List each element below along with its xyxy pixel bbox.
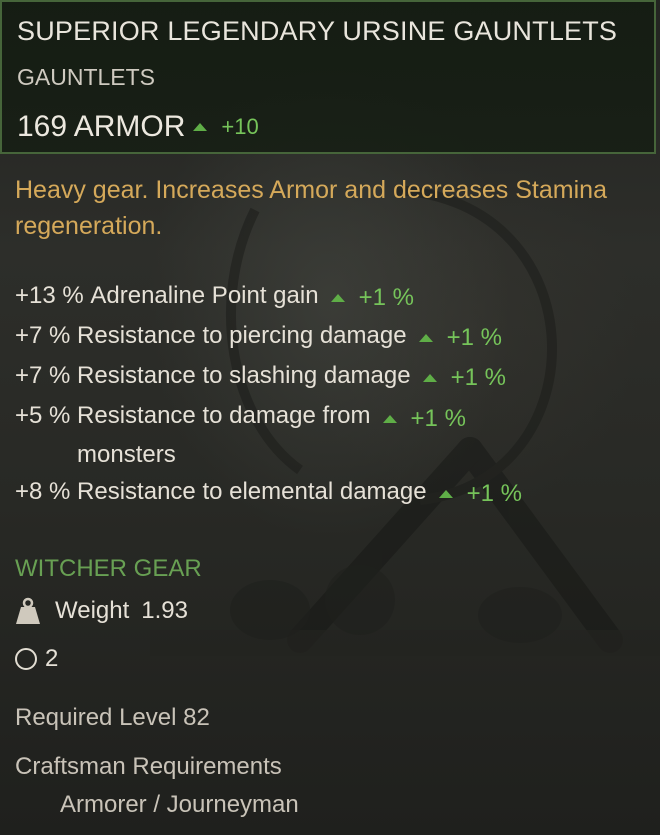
arrow-up-icon xyxy=(382,415,397,423)
stat-bonus-value: +1 % xyxy=(358,284,414,311)
craftsman-requirements-value: Armorer / Journeyman xyxy=(60,791,299,818)
stat-row: +13 % Adrenaline Point gain +1 % xyxy=(15,278,655,318)
stat-text-continued: monsters xyxy=(77,441,176,468)
weight-value: 1.93 xyxy=(141,597,188,624)
stat-value: +5 % xyxy=(15,402,71,429)
item-header: SUPERIOR LEGENDARY URSINE GAUNTLETS GAUN… xyxy=(0,0,656,154)
weight-icon xyxy=(16,597,40,624)
stat-bonus-value: +1 % xyxy=(466,480,522,507)
armor-bonus: +10 xyxy=(221,114,259,139)
stat-value: +13 % xyxy=(15,282,84,309)
item-name: SUPERIOR LEGENDARY URSINE GAUNTLETS xyxy=(17,16,618,46)
weight-label: Weight xyxy=(55,597,130,624)
stat-bonus: +1 % xyxy=(371,401,466,437)
item-description: Heavy gear. Increases Armor and decrease… xyxy=(15,176,607,240)
stat-text: Resistance to elemental damage xyxy=(77,478,427,505)
arrow-up-icon xyxy=(193,123,208,131)
required-level: Required Level 82 xyxy=(15,704,210,731)
arrow-up-icon xyxy=(422,374,437,382)
stat-text-wrapped: Resistance to damage from +1 % monsters xyxy=(77,398,466,474)
stat-row: +7 % Resistance to piercing damage +1 % xyxy=(15,318,655,358)
stat-row: +7 % Resistance to slashing damage +1 % xyxy=(15,358,655,398)
item-type: GAUNTLETS xyxy=(17,64,156,90)
stat-bonus: +1 % xyxy=(319,278,414,318)
stat-row: +5 % Resistance to damage from +1 % monste… xyxy=(15,398,655,474)
gear-set-name: WITCHER GEAR xyxy=(15,555,202,582)
arrow-up-icon xyxy=(418,334,433,342)
arrow-up-icon xyxy=(330,294,345,302)
armor-row: 169 ARMOR +10 xyxy=(17,110,259,144)
stat-value: +8 % xyxy=(15,478,71,505)
armor-value: 169 ARMOR xyxy=(17,110,186,143)
stat-bonus-value: +1 % xyxy=(446,324,502,351)
stat-text: Adrenaline Point gain xyxy=(90,282,319,309)
stat-bonus-value: +1 % xyxy=(410,405,466,432)
stat-bonus: +1 % xyxy=(411,358,506,398)
stat-bonus: +1 % xyxy=(407,318,502,358)
stat-value: +7 % xyxy=(15,362,71,389)
arrow-up-icon xyxy=(438,490,453,498)
stat-bonus: +1 % xyxy=(427,474,522,514)
stat-row: +8 % Resistance to elemental damage +1 % xyxy=(15,474,655,514)
sockets-row: 2 xyxy=(15,645,58,673)
stat-text: Resistance to piercing damage xyxy=(77,322,407,349)
craftsman-requirements-title: Craftsman Requirements xyxy=(15,753,282,780)
stat-bonus-value: +1 % xyxy=(450,364,506,391)
stat-value: +7 % xyxy=(15,322,71,349)
stat-list: +13 % Adrenaline Point gain +1 % +7 % Re… xyxy=(15,278,655,514)
socket-icon xyxy=(15,648,37,670)
item-tooltip: SUPERIOR LEGENDARY URSINE GAUNTLETS GAUN… xyxy=(0,0,660,835)
socket-count: 2 xyxy=(45,645,59,672)
stat-text: Resistance to damage from xyxy=(77,402,371,429)
weight-row: Weight 1.93 xyxy=(15,597,188,625)
stat-text: Resistance to slashing damage xyxy=(77,362,411,389)
